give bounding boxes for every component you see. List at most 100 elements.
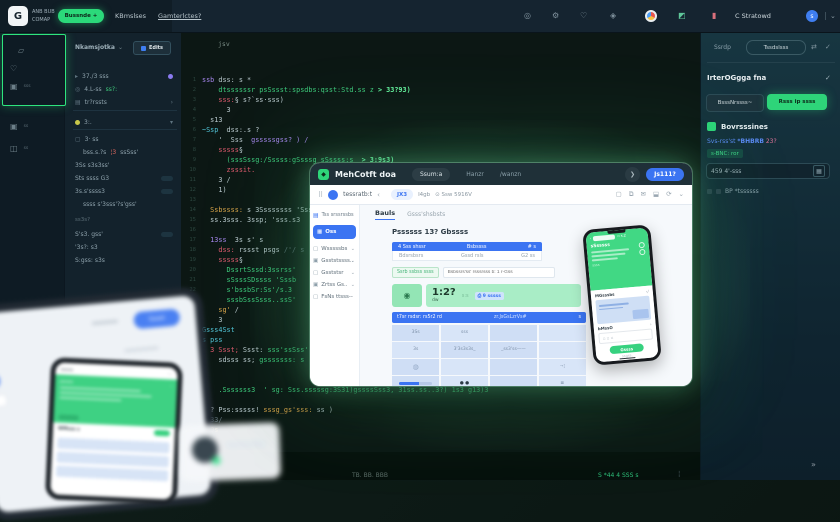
status-separator: ¦	[678, 470, 680, 478]
content-tab-inactive[interactable]: Gsss'shsbsts	[407, 211, 445, 220]
bookmark-icon[interactable]: ▮	[712, 11, 716, 20]
check-icon[interactable]: ✓	[825, 43, 831, 51]
file-item[interactable]: 3s.s'ssss3	[75, 185, 175, 197]
resize-icon[interactable]: »	[811, 460, 816, 469]
explorer-title[interactable]: Nkamsjotka	[75, 44, 115, 51]
edit-button[interactable]: Edits	[133, 41, 171, 55]
file-item[interactable]: ◎ 4.L-ss ss?:	[75, 83, 175, 95]
code-line: .Sssssss3 ' sg: Sss.sssssg:3S31)gssssSss…	[202, 385, 700, 395]
user-name[interactable]: C Stratowd	[735, 12, 771, 20]
file-item[interactable]: ssss s'3sss'?s'gss'	[75, 198, 183, 210]
status-text-left: TB. BB. BBB	[352, 472, 388, 479]
mode-pill[interactable]: Tssdslsss	[746, 40, 806, 55]
chevron-down-icon[interactable]: ⌄	[118, 44, 123, 51]
menu-item-2[interactable]: Gamterlctes?	[158, 12, 201, 20]
file-item[interactable]: S's3. gss'	[75, 228, 175, 240]
menu-item-1[interactable]: KBmslses	[115, 12, 146, 20]
tab-active[interactable]: Ssum:a	[412, 168, 450, 181]
grid-cell[interactable]	[490, 325, 537, 341]
grid-cell[interactable]	[490, 376, 537, 386]
filter-chip[interactable]: Ssrb ssbss ssss	[392, 267, 439, 278]
version-pill[interactable]: JX3	[391, 189, 413, 200]
grid-cell[interactable]: ¬¦	[539, 359, 586, 375]
grid-cell[interactable]: ≣	[539, 376, 586, 386]
frame-icon[interactable]: ▢	[616, 190, 622, 199]
value-input[interactable]: 459 4'-sss ▦	[706, 163, 830, 179]
table-row[interactable]: Bdsrsbsrs Gssd rsls G2 ss	[392, 251, 542, 261]
grid-cell[interactable]	[539, 325, 586, 341]
grid-cell-progress[interactable]	[392, 376, 439, 386]
archive-icon[interactable]: ⬓	[653, 190, 659, 199]
grid-cell[interactable]	[539, 342, 586, 358]
text-line	[226, 441, 266, 448]
grid-cell[interactable]: _ss3'ss——	[490, 342, 537, 358]
tablet-box	[0, 394, 8, 409]
file-item[interactable]: ▸ 37./3 sss	[75, 70, 175, 82]
code-line: s13	[202, 115, 700, 125]
file-item[interactable]: bss.s.?s¦3 ssSss'	[75, 146, 183, 158]
sidebar-workspace[interactable]: ▤ Tss srssrssbs	[313, 209, 356, 221]
content-tab-active[interactable]: Bauls	[375, 209, 395, 220]
grid-cell[interactable]: ◍	[392, 359, 439, 375]
chevron-down-icon[interactable]: ⌄	[679, 190, 684, 199]
copy-icon[interactable]: ⧉	[629, 190, 634, 199]
phone-body: MGsssbs ‹/ bMssO › ▫ ▫ ▫ Gssss ssgss.	[591, 285, 659, 362]
grid-cell[interactable]	[490, 359, 537, 375]
sidebar-item-selected[interactable]: ▦ Oss	[313, 225, 356, 239]
target-icon[interactable]: ◎	[524, 11, 531, 20]
sidebar-item[interactable]: ▢ FsNs ttsss--	[313, 291, 356, 303]
file-item[interactable]: '3s?: s3	[75, 241, 175, 253]
file-item[interactable]: S:gss: s3s	[75, 254, 175, 266]
grid-cell[interactable]: ● ●	[441, 376, 488, 386]
app-logo[interactable]: G	[8, 6, 28, 26]
badge-icon[interactable]: ◈	[610, 11, 616, 20]
section-bar[interactable]: t7sr rsdsr: rs5r2 rd zr.JsGsLzrVs# s	[392, 312, 586, 323]
back-icon: ‹	[590, 237, 592, 241]
grid-cell[interactable]: 3Ss	[392, 325, 439, 341]
sidebar-item[interactable]: ▢ Gsststsr ⌄	[313, 267, 356, 279]
grid-cell[interactable]: sss	[441, 325, 488, 341]
phone-preview: ‹ ▫ s.2 sSsssss ssss MGsssbs ‹/	[582, 224, 662, 365]
file-item[interactable]: ▢ 3· ss	[75, 133, 175, 145]
publish-button[interactable]: Js111?	[646, 168, 684, 181]
apps-grid-icon[interactable]: ⠿	[318, 191, 323, 199]
folder-icon: ▢	[313, 270, 318, 276]
file-item[interactable]: ▤ tr?rssts ›	[75, 96, 175, 108]
file-item[interactable]: 3Ss s3s3ss'	[75, 159, 175, 171]
chevron-down-icon[interactable]: ⌄	[830, 12, 836, 20]
secondary-button[interactable]: BsssNrssss~	[706, 94, 764, 112]
primary-button[interactable]: Rsss ip ssss	[767, 94, 827, 110]
gear-icon[interactable]: ⚙	[552, 11, 559, 20]
new-project-button[interactable]: Bussnde +	[58, 9, 104, 23]
grid-icon[interactable]: ▦	[813, 165, 825, 177]
grid-cell[interactable]: 3'3s3s3s_	[441, 342, 488, 358]
link-line[interactable]: Svs-rss'st *BHBRB 23?	[707, 138, 777, 145]
back-icon[interactable]: ‹	[377, 191, 380, 199]
box-icon[interactable]: ▣ ss	[10, 122, 28, 131]
swap-icon[interactable]: ⇄	[811, 43, 817, 51]
branch-selector[interactable]: 3:. ▾	[75, 116, 175, 128]
grid-cell[interactable]: 3s	[392, 342, 439, 358]
mail-icon[interactable]: ✉	[640, 190, 645, 199]
search-input[interactable]	[443, 267, 555, 278]
tablet-line	[92, 320, 118, 325]
share-button[interactable]: ❯	[625, 167, 640, 182]
editor-tab[interactable]: jsv	[218, 40, 230, 48]
refresh-icon[interactable]: ⟳	[666, 190, 671, 199]
file-item[interactable]: Sts ssss G3	[75, 172, 175, 184]
sidebar-item[interactable]: ▣ Zrtss Gs.. ⌄	[313, 279, 356, 291]
code-line	[202, 395, 700, 405]
team-icon[interactable]: ◩	[678, 11, 686, 20]
grid-cell[interactable]	[441, 359, 488, 375]
sidebar-item[interactable]: ▣ Gsststssss.. ⌄	[313, 255, 356, 267]
browser-icon[interactable]	[645, 10, 657, 22]
account-name[interactable]: tessratb:t	[343, 191, 372, 198]
account-avatar[interactable]	[328, 190, 338, 200]
grid-icon[interactable]: ◫ ss	[10, 144, 28, 153]
sidebar-item[interactable]: ▢ Wsssssbs ⌄	[313, 243, 356, 255]
tab-3[interactable]: /wanzn	[500, 171, 521, 178]
heart-icon[interactable]: ♡	[580, 11, 587, 20]
tab-2[interactable]: Hanzr	[466, 171, 484, 178]
phone-title: sSsssss	[590, 239, 644, 249]
avatar[interactable]: s	[806, 10, 818, 22]
